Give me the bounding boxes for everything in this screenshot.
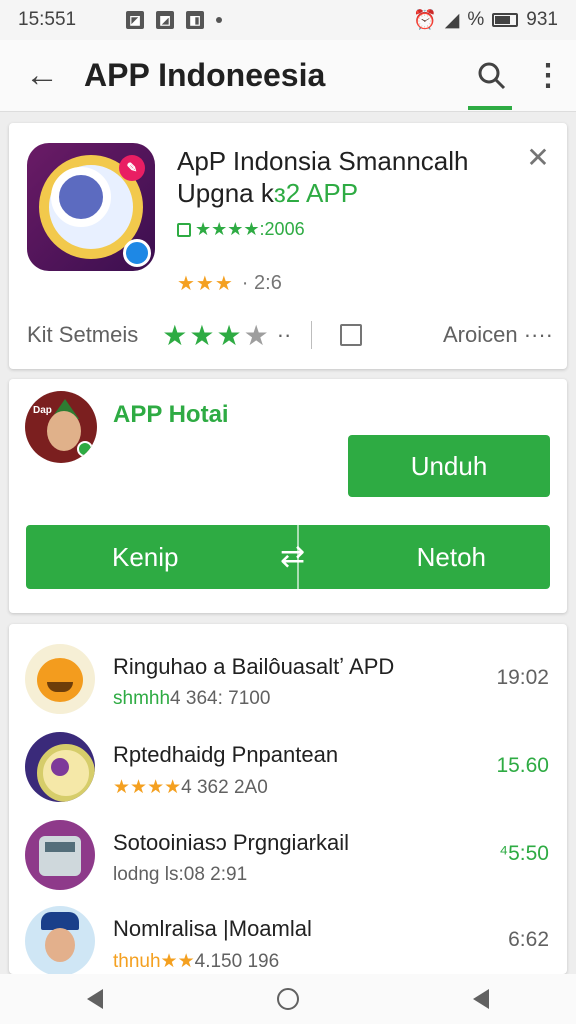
- app-bar: ← APP Indoneesia ⋮: [0, 40, 576, 112]
- promo-card: Dap APP Hotai Unduh Kenip ⇄ Netoh: [9, 379, 567, 613]
- list-item-value: ⁴5:50: [499, 842, 549, 865]
- meta-rest: 4 364: 7100: [170, 688, 271, 709]
- list-item-name: Ringuhao a Bailôuasaltʼ APD: [113, 654, 395, 679]
- featured-stars: ★★★: [177, 273, 234, 295]
- meta-rest: 4 362 2A0: [181, 777, 268, 798]
- title-line2a: Upgna k: [177, 178, 274, 208]
- wifi-icon: ◢: [444, 9, 460, 31]
- divider: [311, 321, 313, 349]
- meta-rest: 4.150 196: [194, 951, 280, 972]
- meta-prefix: shmhh: [113, 688, 171, 709]
- list-item-name: Rptedhaidg Pnpantean: [113, 742, 339, 767]
- list-item-meta: thnuh★★4.150 196: [113, 950, 279, 973]
- face-shape: [47, 411, 81, 451]
- ring-inner-shape: [51, 167, 111, 227]
- featured-rating: ★★★★:2006: [177, 219, 305, 240]
- app-sub-badge-icon: [123, 239, 151, 267]
- dot-icon: [216, 17, 222, 23]
- notification-box-icon: ◩: [156, 11, 174, 29]
- alarm-icon: ⏰: [413, 10, 437, 31]
- avatar-label: Dap: [33, 405, 52, 416]
- list-item-value: 6:62: [508, 928, 549, 951]
- calendar-icon: [340, 324, 363, 346]
- list-item[interactable]: Ringuhao a Bailôuasaltʼ APD shmhh4 364: …: [9, 632, 567, 720]
- right-action-label[interactable]: Netoh: [417, 542, 486, 573]
- featured-row-label: Kit Setmeis: [27, 322, 139, 347]
- list-item-meta: lodng ls:08 2:91: [113, 864, 247, 886]
- battery-icon: [492, 13, 519, 27]
- featured-app-card[interactable]: ✎ ApP Indonsia Smanncalh Upgna kɜ2 APP ✕…: [9, 123, 567, 369]
- battery-percent-sign: %: [467, 9, 485, 30]
- download-button[interactable]: Unduh: [348, 435, 550, 497]
- featured-app-title: ApP Indonsia Smanncalh Upgna kɜ2 APP: [177, 145, 497, 209]
- meta-prefix: thnuh★★: [113, 951, 195, 972]
- featured-info-row: Kit Setmeis ★★★★ ·· Aroicen ····: [27, 315, 553, 355]
- promo-avatar: Dap: [25, 391, 97, 463]
- featured-stars-row: ★★★ · 2:6: [177, 271, 282, 296]
- search-icon: [478, 62, 506, 89]
- app-badge-icon: ✎: [119, 155, 145, 181]
- close-icon[interactable]: ✕: [523, 143, 553, 173]
- featured-region[interactable]: Aroicen ····: [443, 322, 553, 348]
- nav-recent-icon[interactable]: [473, 989, 489, 1009]
- meta-rest: lodng ls:08 2:91: [113, 864, 248, 885]
- nav-home-icon[interactable]: [277, 988, 299, 1010]
- list-item-value: 15.60: [496, 754, 549, 777]
- list-item[interactable]: Sotooiniasɔ Prgngiarkail lodng ls:08 2:9…: [9, 808, 567, 896]
- status-right: ⏰ ◢ % 931: [413, 8, 558, 32]
- search-button[interactable]: [464, 40, 520, 112]
- list-item[interactable]: Rptedhaidg Pnpantean ★★★★4 362 2A0 15.60: [9, 720, 567, 808]
- battery-percent: 931: [526, 9, 558, 30]
- notification-box-icon: ◪: [126, 11, 144, 29]
- app-list-icon: [25, 820, 95, 890]
- list-item-meta: shmhh4 364: 7100: [113, 688, 270, 710]
- status-time: 15:551: [18, 9, 77, 30]
- meta-prefix: ★★★★: [113, 777, 182, 798]
- back-arrow-icon[interactable]: ←: [0, 40, 84, 112]
- list-item-name: Nomlralisa |Moamlal: [113, 916, 312, 941]
- app-list-card: Ringuhao a Bailôuasaltʼ APD shmhh4 364: …: [9, 624, 567, 976]
- title-line2b: ɜ2 APP: [273, 178, 359, 208]
- featured-title-line1: ApP Indonsia Smanncalh: [177, 146, 469, 176]
- page-title: APP Indoneesia: [84, 57, 326, 93]
- rating-box-icon: [177, 222, 191, 237]
- featured-title-line2: Upgna kɜ2 APP: [177, 177, 497, 209]
- featured-rating-value: · 2:6: [241, 272, 282, 294]
- app-list-icon: [25, 906, 95, 976]
- notification-box-icon: ◧: [186, 11, 204, 29]
- swap-arrow-icon: ⇄: [280, 540, 306, 573]
- green-stars: ★★★: [162, 319, 244, 351]
- app-list-icon: [25, 732, 95, 802]
- action-split-button[interactable]: Kenip ⇄ Netoh: [26, 525, 550, 589]
- list-item-value: 19:02: [496, 666, 549, 689]
- status-bar: 15:551 ◪ ◩ ◧ ⏰ ◢ % 931: [0, 0, 576, 40]
- more-vert-icon[interactable]: ⋮: [520, 40, 576, 112]
- list-item-meta: ★★★★4 362 2A0: [113, 776, 268, 799]
- featured-rating-text: ★★★★:2006: [195, 219, 305, 239]
- featured-app-icon: ✎: [27, 143, 155, 271]
- row-dots: ··: [276, 322, 292, 347]
- app-list-icon: [25, 644, 95, 714]
- online-dot-icon: [77, 441, 93, 457]
- gray-star: ★: [243, 319, 271, 351]
- promo-app-name: APP Hotai: [113, 401, 229, 428]
- notification-icons: ◪ ◩ ◧: [126, 11, 222, 29]
- left-action-label[interactable]: Kenip: [112, 542, 179, 573]
- featured-row-stars: ★★★★: [162, 319, 270, 352]
- list-item-name: Sotooiniasɔ Prgngiarkail: [113, 830, 350, 855]
- list-item[interactable]: Nomlralisa |Moamlal thnuh★★4.150 196 6:6…: [9, 894, 567, 982]
- system-nav-bar: [0, 974, 576, 1024]
- nav-back-icon[interactable]: [87, 989, 103, 1009]
